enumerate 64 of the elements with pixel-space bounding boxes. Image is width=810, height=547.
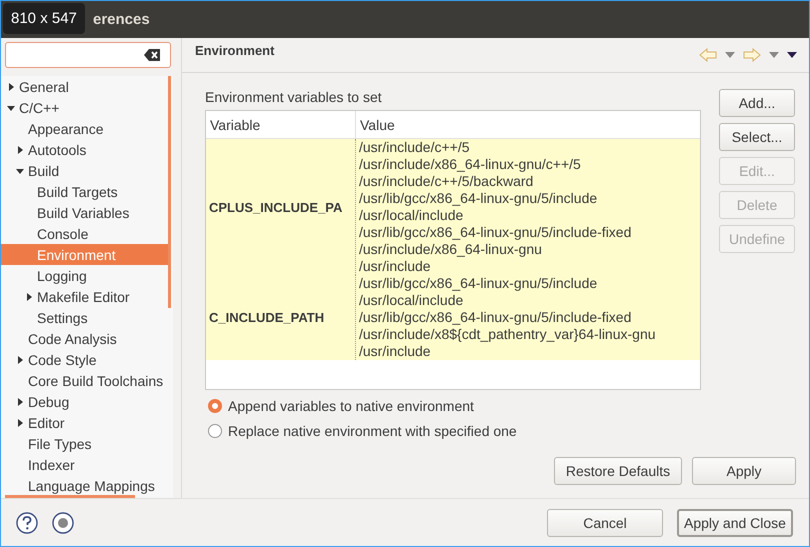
table-cell-text: /usr/include/x86_64-linux-gnu (359, 241, 543, 258)
dropdown-icon[interactable] (725, 52, 735, 58)
column-header[interactable]: Variable (206, 111, 356, 138)
filter-field[interactable] (5, 42, 171, 68)
table-cell-text: /usr/lib/gcc/x86_64-linux-gnu/5/include (359, 275, 598, 292)
size-badge: 810 x 547 (3, 3, 85, 34)
help-icon[interactable] (16, 512, 38, 534)
tree-item[interactable]: Autotools (1, 139, 173, 160)
collapsed-triangle-icon[interactable] (16, 398, 24, 406)
radio-label[interactable]: Replace native environment with specified one (228, 423, 517, 439)
collapsed-triangle-icon[interactable] (7, 82, 15, 90)
page-title: Environment (195, 42, 274, 58)
clear-icon[interactable] (144, 49, 160, 61)
tree-item[interactable]: Debug (1, 391, 173, 412)
page-button[interactable]: Apply (692, 457, 796, 485)
side-button[interactable]: Select... (719, 123, 795, 151)
tree-item[interactable]: Indexer (1, 454, 173, 475)
column-header[interactable]: Value (356, 111, 700, 138)
tree-item[interactable]: Language Mappings (1, 475, 173, 496)
expanded-triangle-icon[interactable] (16, 166, 24, 174)
tree-item[interactable]: Code Style (1, 349, 173, 370)
collapsed-triangle-icon[interactable] (16, 356, 24, 364)
table-cell-text: /usr/include (359, 343, 432, 360)
tree-item[interactable]: Editor (1, 412, 173, 433)
footer-button[interactable]: Apply and Close (677, 508, 793, 536)
tree-item[interactable]: Makefile Editor (1, 286, 173, 307)
table-cell-text: /usr/lib/gcc/x86_64-linux-gnu/5/include-fixed (359, 309, 632, 326)
section-label: Environment variables to set (205, 89, 383, 105)
menu-icon[interactable] (787, 52, 797, 58)
collapsed-triangle-icon[interactable] (25, 292, 33, 300)
tree-item[interactable]: Logging (1, 265, 173, 286)
page-button[interactable]: Restore Defaults (554, 457, 682, 485)
tree-item[interactable]: General (1, 76, 173, 97)
table-cell-text: /usr/lib/gcc/x86_64-linux-gnu/5/include-fixed (359, 224, 632, 241)
table-cell-text: /usr/lib/gcc/x86_64-linux-gnu/5/include (359, 190, 598, 207)
table-cell-text: /usr/include/c++/5/backward (359, 173, 534, 190)
tree-item[interactable]: File Types (1, 433, 173, 454)
table-cell-text: /usr/include/c++/5 (359, 139, 471, 156)
collapsed-triangle-icon[interactable] (16, 418, 24, 426)
tree-item[interactable]: Console (1, 223, 173, 244)
radio-button[interactable] (208, 424, 222, 438)
table-cell: C_INCLUDE_PATH (206, 275, 356, 360)
tree-item[interactable]: Build Variables (1, 202, 173, 223)
table-cell-text: /usr/local/include (359, 292, 464, 309)
record-icon[interactable] (52, 512, 74, 534)
radio-button[interactable] (208, 399, 222, 413)
tree-item[interactable]: Code Analysis (1, 328, 173, 349)
radio-label[interactable]: Append variables to native environment (228, 398, 474, 414)
table-cell-text: /usr/include/x8${cdt_pathentry_var}64-linux-gnu (359, 326, 657, 343)
side-button[interactable]: Add... (719, 89, 795, 117)
table-cell-text: /usr/include (359, 258, 432, 275)
table-cell-text: /usr/local/include (359, 207, 464, 224)
expanded-triangle-icon[interactable] (7, 104, 15, 112)
collapsed-triangle-icon[interactable] (16, 146, 24, 154)
dropdown-icon[interactable] (769, 52, 779, 58)
tree-item[interactable]: Settings (1, 307, 173, 328)
footer-button[interactable]: Cancel (547, 508, 663, 536)
window-title: erences (93, 11, 150, 28)
tree-item[interactable]: Build (1, 160, 173, 181)
tree-item[interactable]: Appearance (1, 118, 173, 139)
tree-item[interactable]: Build Targets (1, 181, 173, 202)
table-cell-text: /usr/include/x86_64-linux-gnu/c++/5 (359, 156, 582, 173)
tree-item[interactable]: C/C++ (1, 97, 173, 118)
tree-item[interactable]: Core Build Toolchains (1, 370, 173, 391)
